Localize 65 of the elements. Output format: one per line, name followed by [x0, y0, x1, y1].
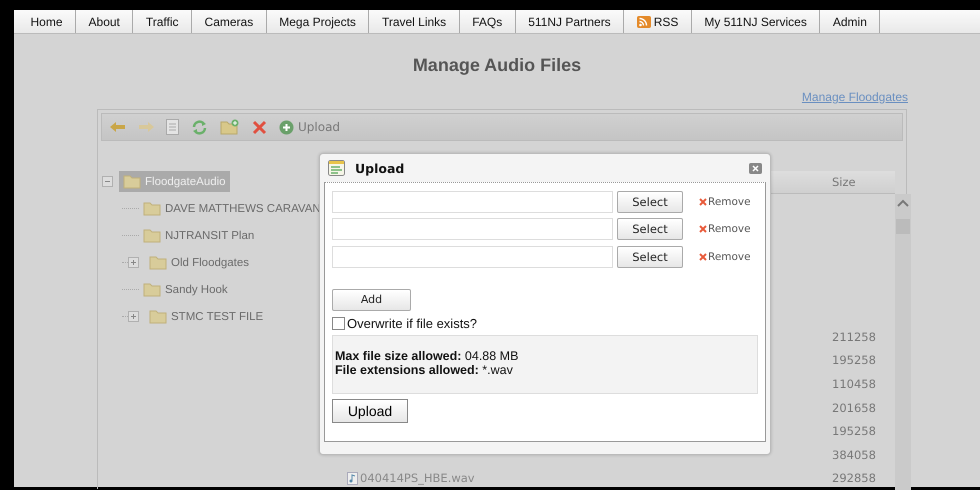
add-button[interactable]: Add [332, 288, 411, 310]
folder-icon [143, 201, 161, 216]
file-size: 195258 [832, 424, 877, 438]
file-path-field[interactable] [332, 246, 613, 268]
folder-icon [143, 282, 161, 297]
nav-link[interactable]: 511NJ Partners [516, 10, 624, 33]
folder-icon [143, 228, 161, 243]
audio-file-icon [347, 472, 358, 485]
file-size: 292858 [832, 471, 877, 486]
file-size: 384058 [832, 448, 877, 462]
refresh-icon[interactable] [191, 118, 208, 136]
cross-icon [699, 225, 707, 234]
tree-item[interactable]: STMC TEST FILE [145, 306, 268, 327]
nav-link[interactable]: Travel Links [369, 10, 460, 33]
remove-link[interactable]: Remove [699, 196, 751, 208]
scrollbar-thumb[interactable] [896, 219, 910, 234]
tree-item[interactable]: Sandy Hook [139, 279, 232, 300]
new-folder-icon[interactable] [220, 119, 240, 135]
info-text: File extensions allowed: *.wav [335, 362, 514, 376]
file-size: 195258 [832, 353, 877, 368]
delete-icon[interactable] [252, 120, 267, 134]
cross-icon [699, 198, 707, 206]
nav-link[interactable]: About [76, 10, 134, 33]
file-size: 211258 [832, 330, 877, 344]
remove-link[interactable]: Remove [699, 250, 751, 263]
upload-submit-button[interactable]: Upload [332, 398, 408, 422]
select-button[interactable]: Select [617, 190, 683, 213]
close-button[interactable] [749, 162, 762, 174]
file-path-field[interactable] [332, 218, 613, 240]
nav-link[interactable]: Mega Projects [266, 10, 370, 33]
checkbox-label: Overwrite if file exists? [347, 316, 478, 330]
nav-link[interactable]: RSS [624, 10, 692, 33]
nav-link[interactable]: Admin [820, 10, 880, 33]
cross-icon [699, 252, 707, 261]
nav-link[interactable]: Home [18, 10, 76, 33]
select-button[interactable]: Select [617, 246, 683, 268]
file-path-field[interactable] [332, 190, 613, 213]
tree-item[interactable]: Old Floodgates [145, 252, 253, 273]
folder-icon [149, 255, 167, 270]
page-title: Manage Audio Files [412, 55, 582, 76]
document-icon[interactable] [166, 119, 179, 135]
nav-link[interactable]: FAQs [460, 10, 516, 33]
expand-icon[interactable] [128, 257, 139, 268]
close-icon [752, 164, 759, 172]
collapse-icon[interactable] [102, 176, 113, 187]
file-size: 201658 [832, 400, 877, 415]
folder-icon [123, 174, 141, 189]
plus-icon [279, 120, 294, 134]
scroll-up-icon[interactable] [897, 199, 909, 207]
expand-icon[interactable] [128, 311, 139, 322]
checkbox[interactable] [332, 316, 345, 330]
tree-item[interactable]: NJTRANSIT Plan [139, 225, 258, 246]
dialog-title: Upload [355, 160, 404, 176]
folder-icon [149, 309, 167, 324]
back-arrow-icon[interactable] [110, 121, 126, 133]
nav-link[interactable]: Traffic [133, 10, 192, 33]
tree-item[interactable]: DAVE MATTHEWS CARAVAN [139, 198, 325, 219]
file-size: 110458 [832, 376, 877, 391]
nav-link[interactable]: Cameras [192, 10, 267, 33]
select-button[interactable]: Select [617, 218, 683, 240]
window-icon [328, 160, 345, 176]
nav-link[interactable]: My 511NJ Services [692, 10, 820, 33]
rss-icon [636, 16, 651, 28]
info-text: Max file size allowed: 04.88 MB [335, 348, 520, 362]
remove-link[interactable]: Remove [699, 223, 751, 236]
